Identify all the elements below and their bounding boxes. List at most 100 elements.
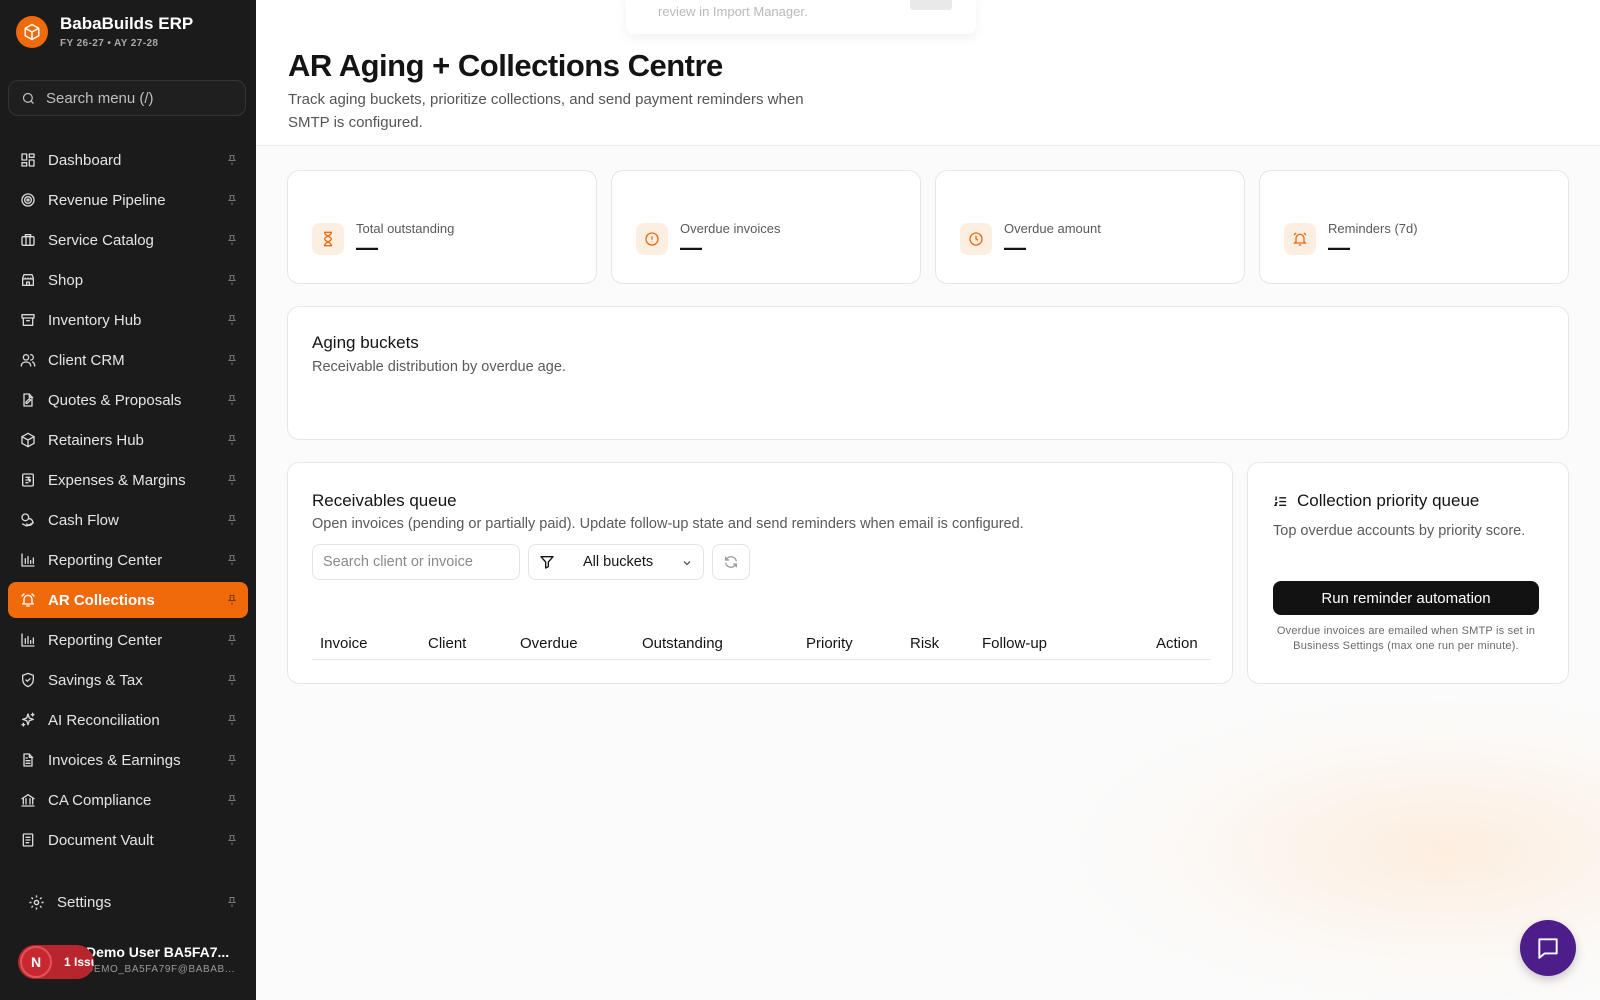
kpi-label: Overdue amount xyxy=(1004,221,1101,236)
sidebar-item-client-crm[interactable]: Client CRM xyxy=(8,342,248,378)
sidebar-item-revenue-pipeline[interactable]: Revenue Pipeline xyxy=(8,182,248,218)
sidebar-item-label: Reporting Center xyxy=(48,631,163,649)
store-icon xyxy=(20,272,36,288)
sidebar-item-quotes-proposals[interactable]: Quotes & Proposals xyxy=(8,382,248,418)
sidebar: BabaBuilds ERP FY 26-27 • AY 27-28 Searc… xyxy=(0,0,256,1000)
sidebar-item-invoices-earnings[interactable]: Invoices & Earnings xyxy=(8,742,248,778)
sidebar-item-retainers-hub[interactable]: Retainers Hub xyxy=(8,422,248,458)
kpi-card-overdue-amount: Overdue amount — xyxy=(935,170,1245,284)
priority-subtitle: Top overdue accounts by priority score. xyxy=(1273,523,1526,539)
priority-title: Collection priority queue xyxy=(1297,491,1480,510)
pin-icon[interactable] xyxy=(226,553,238,567)
pin-icon[interactable] xyxy=(226,313,238,327)
sidebar-item-expenses-margins[interactable]: Expenses & Margins xyxy=(8,462,248,498)
column-header[interactable]: Priority xyxy=(806,635,853,652)
pin-icon[interactable] xyxy=(226,713,238,727)
column-header[interactable]: Follow-up xyxy=(982,635,1047,652)
refresh-button[interactable] xyxy=(712,544,750,580)
pin-icon[interactable] xyxy=(226,433,238,447)
aging-subtitle: Receivable distribution by overdue age. xyxy=(312,359,566,375)
sidebar-item-reporting-center[interactable]: Reporting Center xyxy=(8,542,248,578)
pin-icon[interactable] xyxy=(226,353,238,367)
pin-icon[interactable] xyxy=(226,273,238,287)
sidebar-item-label: Inventory Hub xyxy=(48,311,142,329)
pin-icon[interactable] xyxy=(226,833,238,847)
sidebar-item-dashboard[interactable]: Dashboard xyxy=(8,142,248,178)
avatar[interactable]: N xyxy=(20,946,52,978)
pin-icon[interactable] xyxy=(226,793,238,807)
sidebar-item-label: Savings & Tax xyxy=(48,671,143,689)
priority-queue-card: Collection priority queue Top overdue ac… xyxy=(1247,462,1569,684)
bucket-filter-value: All buckets xyxy=(583,554,654,570)
queue-search-input[interactable]: Search client or invoice xyxy=(312,544,520,580)
toast-text: review in Import Manager. xyxy=(658,4,808,19)
column-header[interactable]: Invoice xyxy=(320,635,368,652)
pin-icon[interactable] xyxy=(226,513,238,527)
column-header[interactable]: Risk xyxy=(910,635,939,652)
bar-chart-icon xyxy=(20,552,36,568)
cube-icon xyxy=(16,15,48,48)
user-profile[interactable]: 1 Issue N Demo User BA5FA7... DEMO_BA5FA… xyxy=(18,942,248,982)
pin-icon[interactable] xyxy=(226,673,238,687)
search-icon xyxy=(22,92,34,104)
settings-label: Settings xyxy=(57,893,112,911)
user-email: DEMO_BA5FA79F@BABAB... xyxy=(86,964,235,975)
kpi-value: — xyxy=(1328,235,1350,260)
brand[interactable]: BabaBuilds ERP FY 26-27 • AY 27-28 xyxy=(16,14,193,49)
pin-icon[interactable] xyxy=(226,193,238,207)
pin-icon[interactable] xyxy=(226,233,238,247)
sidebar-item-settings[interactable]: Settings xyxy=(16,884,248,920)
document-icon xyxy=(20,832,36,848)
sidebar-item-shop[interactable]: Shop xyxy=(8,262,248,298)
pin-icon[interactable] xyxy=(226,473,238,487)
aging-title: Aging buckets xyxy=(312,333,419,352)
sidebar-item-label: AI Reconciliation xyxy=(48,711,160,729)
hourglass-icon xyxy=(312,223,344,255)
sidebar-item-reporting-center[interactable]: Reporting Center xyxy=(8,622,248,658)
sidebar-item-inventory-hub[interactable]: Inventory Hub xyxy=(8,302,248,338)
bucket-filter-select[interactable]: All buckets xyxy=(528,544,704,580)
sparkles-icon xyxy=(20,712,36,728)
sidebar-item-label: Retainers Hub xyxy=(48,431,144,449)
sidebar-item-label: Reporting Center xyxy=(48,551,163,569)
sidebar-item-label: Client CRM xyxy=(48,351,125,369)
menu-search-input[interactable]: Search menu (/) xyxy=(8,80,246,116)
toast-action[interactable] xyxy=(910,0,952,10)
chevron-down-icon xyxy=(683,561,691,566)
main-content: review in Import Manager. AR Aging + Col… xyxy=(256,0,1600,1000)
pin-icon[interactable] xyxy=(226,593,238,607)
sidebar-item-savings-tax[interactable]: Savings & Tax xyxy=(8,662,248,698)
user-name: Demo User BA5FA7... xyxy=(86,944,230,960)
sidebar-item-label: Shop xyxy=(48,271,84,289)
pin-icon[interactable] xyxy=(226,393,238,407)
column-header[interactable]: Outstanding xyxy=(642,635,723,652)
sidebar-item-service-catalog[interactable]: Service Catalog xyxy=(8,222,248,258)
column-header[interactable]: Overdue xyxy=(520,635,578,652)
column-header[interactable]: Client xyxy=(428,635,466,652)
sidebar-item-ca-compliance[interactable]: CA Compliance xyxy=(8,782,248,818)
sidebar-item-document-vault[interactable]: Document Vault xyxy=(8,822,248,858)
sidebar-menu: Dashboard Revenue Pipeline Service Catalog… xyxy=(8,142,248,862)
import-toast[interactable]: review in Import Manager. xyxy=(626,0,976,34)
sidebar-item-cash-flow[interactable]: Cash Flow xyxy=(8,502,248,538)
chat-icon xyxy=(1538,938,1558,959)
column-header[interactable]: Action xyxy=(1156,635,1198,652)
pin-icon[interactable] xyxy=(226,633,238,647)
sidebar-item-label: Service Catalog xyxy=(48,231,154,249)
target-icon xyxy=(20,192,36,208)
clock-icon xyxy=(960,223,992,255)
sidebar-item-ar-collections[interactable]: AR Collections xyxy=(8,582,248,618)
gear-icon xyxy=(29,894,44,910)
briefcase-icon xyxy=(20,232,36,248)
sidebar-item-ai-reconciliation[interactable]: AI Reconciliation xyxy=(8,702,248,738)
pin-icon[interactable] xyxy=(226,753,238,767)
kpi-card-reminders: Reminders (7d) — xyxy=(1259,170,1569,284)
chat-button[interactable] xyxy=(1520,920,1576,976)
pin-icon[interactable] xyxy=(226,895,238,909)
sidebar-item-label: Document Vault xyxy=(48,831,154,849)
aging-buckets-card: Aging buckets Receivable distribution by… xyxy=(287,306,1569,440)
run-reminder-automation-button[interactable]: Run reminder automation xyxy=(1273,581,1539,615)
pin-icon[interactable] xyxy=(226,153,238,167)
queue-title: Receivables queue xyxy=(312,491,457,510)
users-icon xyxy=(20,352,36,368)
